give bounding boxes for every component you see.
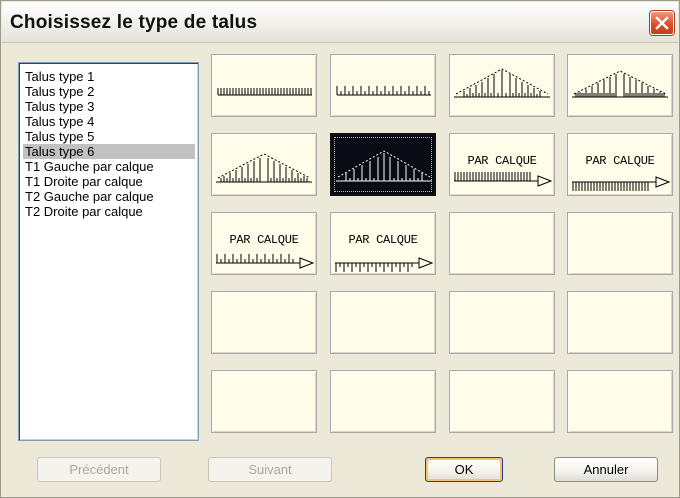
- next-button[interactable]: Suivant: [208, 457, 332, 482]
- tile-t1-droite-par-calque[interactable]: PAR CALQUE: [567, 133, 673, 196]
- tile-talus-type-6-selected[interactable]: [330, 133, 436, 196]
- roof-selected-icon: [336, 150, 432, 182]
- arrow-comb-hanging-icon: [335, 257, 434, 272]
- arrow-comb-dense-icon: [454, 172, 553, 187]
- list-item[interactable]: T2 Droite par calque: [23, 204, 195, 219]
- tile-t1-gauche-par-calque[interactable]: PAR CALQUE: [449, 133, 555, 196]
- list-item[interactable]: Talus type 5: [23, 129, 195, 144]
- tile-talus-type-5[interactable]: [211, 133, 317, 196]
- tile-t2-droite-par-calque[interactable]: PAR CALQUE: [330, 212, 436, 275]
- tile-talus-type-1[interactable]: [211, 54, 317, 117]
- title-bar[interactable]: Choisissez le type de talus: [2, 2, 678, 43]
- dialog-title: Choisissez le type de talus: [10, 12, 258, 33]
- list-item[interactable]: Talus type 4: [23, 114, 195, 129]
- tile-empty: [567, 370, 673, 433]
- tile-empty: [449, 212, 555, 275]
- ok-button[interactable]: OK: [425, 457, 503, 482]
- list-item-selected[interactable]: Talus type 6: [23, 144, 195, 159]
- dense-ticks: [217, 88, 312, 95]
- arrow-comb-thick-icon: [572, 176, 671, 191]
- tile-empty: [567, 212, 673, 275]
- tile-empty: [567, 291, 673, 354]
- roof-dense-icon: [572, 70, 668, 98]
- close-button[interactable]: [650, 11, 674, 35]
- tile-empty: [449, 370, 555, 433]
- list-item[interactable]: Talus type 2: [23, 84, 195, 99]
- cancel-button[interactable]: Annuler: [554, 457, 658, 482]
- tile-talus-type-4[interactable]: [567, 54, 673, 117]
- roof-dense-icon: [216, 153, 312, 183]
- previous-button[interactable]: Précédent: [37, 457, 161, 482]
- list-item[interactable]: T1 Droite par calque: [23, 174, 195, 189]
- comb-sparse-icon: [336, 86, 431, 96]
- arrow-comb-sparse-icon: [216, 254, 315, 269]
- list-item[interactable]: T1 Gauche par calque: [23, 159, 195, 174]
- tile-talus-type-2[interactable]: [330, 54, 436, 117]
- list-item[interactable]: Talus type 3: [23, 99, 195, 114]
- roof-outline-icon: [454, 68, 550, 98]
- tile-empty: [330, 291, 436, 354]
- tile-empty: [330, 370, 436, 433]
- comb-dense-icon: [217, 88, 312, 96]
- tile-empty: [211, 291, 317, 354]
- tile-t2-gauche-par-calque[interactable]: PAR CALQUE: [211, 212, 317, 275]
- dialog-window: Choisissez le type de talus Talus type 1…: [0, 0, 680, 498]
- list-item[interactable]: T2 Gauche par calque: [23, 189, 195, 204]
- tile-talus-type-3[interactable]: [449, 54, 555, 117]
- close-icon: [655, 16, 669, 30]
- talus-type-list[interactable]: Talus type 1 Talus type 2 Talus type 3 T…: [18, 62, 199, 441]
- tile-empty: [211, 370, 317, 433]
- tile-empty: [449, 291, 555, 354]
- list-item[interactable]: Talus type 1: [23, 69, 195, 84]
